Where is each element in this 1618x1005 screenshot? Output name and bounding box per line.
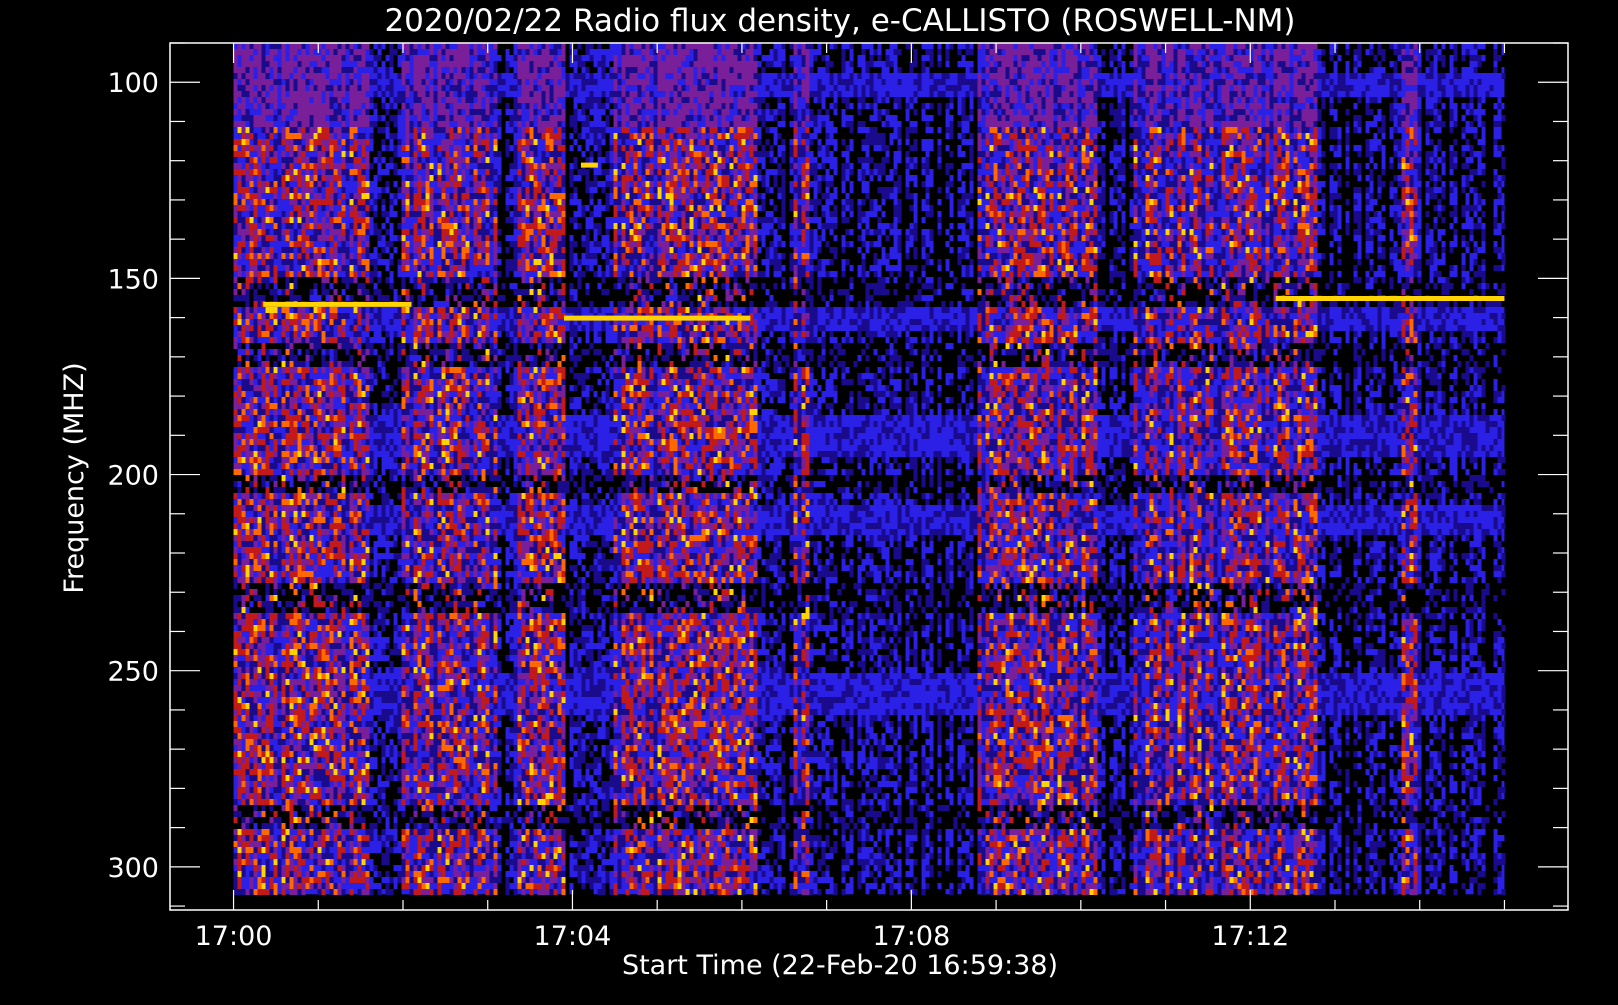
x-tick-label: 17:04 [534,921,612,952]
chart-svg: 2020/02/22 Radio flux density, e-CALLIST… [0,0,1618,1000]
x-tick-label: 17:08 [872,921,950,952]
narrowband-emission-0 [263,302,411,307]
y-tick-label: 250 [107,657,159,688]
narrowband-emission-3 [581,163,598,168]
x-tick-label: 17:00 [195,921,273,952]
x-axis-label: Start Time (22-Feb-20 16:59:38) [622,950,1058,981]
narrowband-emission-1 [564,316,750,321]
y-tick-label: 100 [107,68,159,99]
y-tick-label: 200 [107,461,159,492]
y-axis-label: Frequency (MHZ) [59,362,90,593]
heatmap-layer [234,43,1506,895]
chart-title: 2020/02/22 Radio flux density, e-CALLIST… [384,3,1295,39]
y-tick-label: 300 [107,853,159,884]
spectrogram-chart: 2020/02/22 Radio flux density, e-CALLIST… [0,0,1618,1000]
x-tick-label: 17:12 [1211,921,1289,952]
narrowband-emission-2 [1276,296,1505,301]
y-tick-label: 150 [107,264,159,295]
